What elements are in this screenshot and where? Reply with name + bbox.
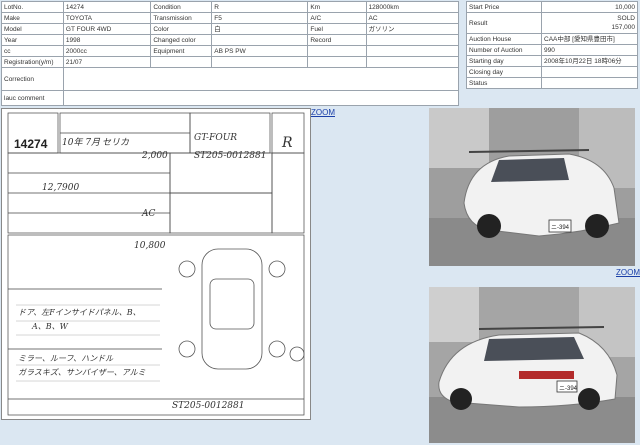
lot-info-row: cc 2000cc Equipment AB PS PW	[1, 45, 460, 57]
auction-value: 2008年10月22日 18時06分	[541, 55, 638, 67]
sheet-ac: AC	[142, 209, 156, 219]
lot-value: 2000cc	[62, 45, 152, 57]
lot-label	[307, 45, 367, 57]
auction-value: 990	[541, 44, 638, 56]
sheet-chassis-top: ST205-0012881	[194, 151, 267, 161]
lot-info-row: Make TOYOTA Transmission F5 A/C AC	[1, 12, 460, 24]
sheet-cc: 2,000	[142, 151, 168, 161]
lot-value: AB PS PW	[211, 45, 309, 57]
auction-sheet-image[interactable]: 14274 セリカ GT-FOUR R 10年 7月 2,000 ST205-0…	[1, 108, 311, 420]
lot-value	[365, 45, 460, 57]
correction-value	[62, 67, 460, 91]
sheet-chassis-bottom: ST205-0012881	[172, 401, 245, 411]
lot-value	[211, 56, 309, 68]
lot-value: R	[211, 1, 309, 13]
sheet-mileage: 12,7900	[42, 183, 80, 193]
auction-info-row: Status	[466, 77, 638, 89]
lot-value: 14274	[62, 1, 152, 13]
lot-label: Transmission	[150, 12, 213, 24]
lot-value: ガソリン	[365, 23, 460, 35]
lot-label: Model	[1, 23, 64, 35]
auction-value: SOLD 157,000	[541, 12, 638, 34]
auction-value: CAA中部 [愛知県豊田市]	[541, 33, 638, 45]
sheet-score: R	[282, 135, 293, 151]
sheet-lot-number: 14274	[14, 137, 48, 151]
auction-info-row: Result SOLD 157,000	[466, 12, 638, 34]
lot-label: Registration(y/m)	[1, 56, 64, 68]
lot-value	[365, 56, 460, 68]
auction-info-row: Start Price 10,000	[466, 1, 638, 13]
auction-info-row: Number of Auction 990	[466, 44, 638, 56]
lot-label: LotNo.	[1, 1, 64, 13]
car-photo-front[interactable]: ニ-394	[429, 108, 635, 266]
sheet-price: 10,800	[134, 241, 166, 251]
lot-label: Color	[150, 23, 213, 35]
lot-value: 21/07	[62, 56, 152, 68]
lot-info-row: Registration(y/m) 21/07	[1, 56, 460, 68]
auction-value	[541, 66, 638, 78]
lot-value	[365, 34, 460, 46]
sheet-note-4: ガラスキズ、サンバイザー、アルミ	[18, 368, 146, 377]
lot-label: Condition	[150, 1, 213, 13]
comment-value	[62, 90, 460, 106]
car-rear-illustration	[429, 287, 635, 443]
sheet-note-1: ドア、左Fインサイドパネル、B、	[18, 308, 141, 317]
lot-info-row: LotNo. 14274 Condition R Km 128000km	[1, 1, 460, 13]
auction-label: Auction House	[466, 33, 542, 45]
car-photo-rear[interactable]: ニ-394	[429, 287, 635, 443]
rear-plate-text: ニ-394	[559, 386, 578, 392]
auction-value: 10,000	[541, 1, 638, 13]
correction-label: Correction	[1, 67, 64, 91]
sheet-model: セリカ	[102, 138, 130, 148]
lot-label: A/C	[307, 12, 367, 24]
lot-label: Km	[307, 1, 367, 13]
car-front-illustration	[429, 108, 635, 266]
sheet-grade: GT-FOUR	[194, 133, 238, 143]
lot-info-table: LotNo. 14274 Condition R Km 128000km Make TOYOT…	[1, 1, 460, 106]
lot-label: Fuel	[307, 23, 367, 35]
sheet-note-2: A、B、W	[32, 322, 68, 331]
front-plate-text: ニ-394	[551, 225, 570, 231]
auction-label: Status	[466, 77, 542, 89]
correction-row: Correction	[1, 67, 460, 91]
lot-info-row: Year 1998 Changed color Record	[1, 34, 460, 46]
auction-label: Result	[466, 12, 542, 34]
lot-label: Year	[1, 34, 64, 46]
comment-row: lauc comment	[1, 90, 460, 106]
lot-label	[307, 56, 367, 68]
auction-label: Number of Auction	[466, 44, 542, 56]
auction-label: Closing day	[466, 66, 542, 78]
lot-label: Make	[1, 12, 64, 24]
lot-value	[211, 34, 309, 46]
lot-label: Record	[307, 34, 367, 46]
auction-info-row: Auction House CAA中部 [愛知県豊田市]	[466, 33, 638, 45]
lot-value: AC	[365, 12, 460, 24]
auction-label: Starting day	[466, 55, 542, 67]
zoom-link-sheet[interactable]: ZOOM	[311, 108, 335, 117]
lot-label: cc	[1, 45, 64, 57]
lot-value: 白	[211, 23, 309, 35]
zoom-link-photo[interactable]: ZOOM	[616, 268, 640, 277]
auction-label: Start Price	[466, 1, 542, 13]
lot-label	[150, 56, 213, 68]
auction-info-table: Start Price 10,000 Result SOLD 157,000 Aucti…	[466, 1, 638, 89]
auction-info-row: Starting day 2008年10月22日 18時06分	[466, 55, 638, 67]
auction-value	[541, 77, 638, 89]
lot-value: TOYOTA	[62, 12, 152, 24]
lot-label: Equipment	[150, 45, 213, 57]
lot-value: F5	[211, 12, 309, 24]
lot-value: 1998	[62, 34, 152, 46]
sheet-note-3: ミラー、ルーフ、ハンドル	[18, 354, 114, 363]
lot-info-row: Model GT FOUR 4WD Color 白 Fuel ガソリン	[1, 23, 460, 35]
lot-value: GT FOUR 4WD	[62, 23, 152, 35]
sheet-year: 10年 7月	[62, 138, 101, 148]
auction-info-row: Closing day	[466, 66, 638, 78]
lot-label: Changed color	[150, 34, 213, 46]
comment-label: lauc comment	[1, 90, 64, 106]
lot-value: 128000km	[365, 1, 460, 13]
